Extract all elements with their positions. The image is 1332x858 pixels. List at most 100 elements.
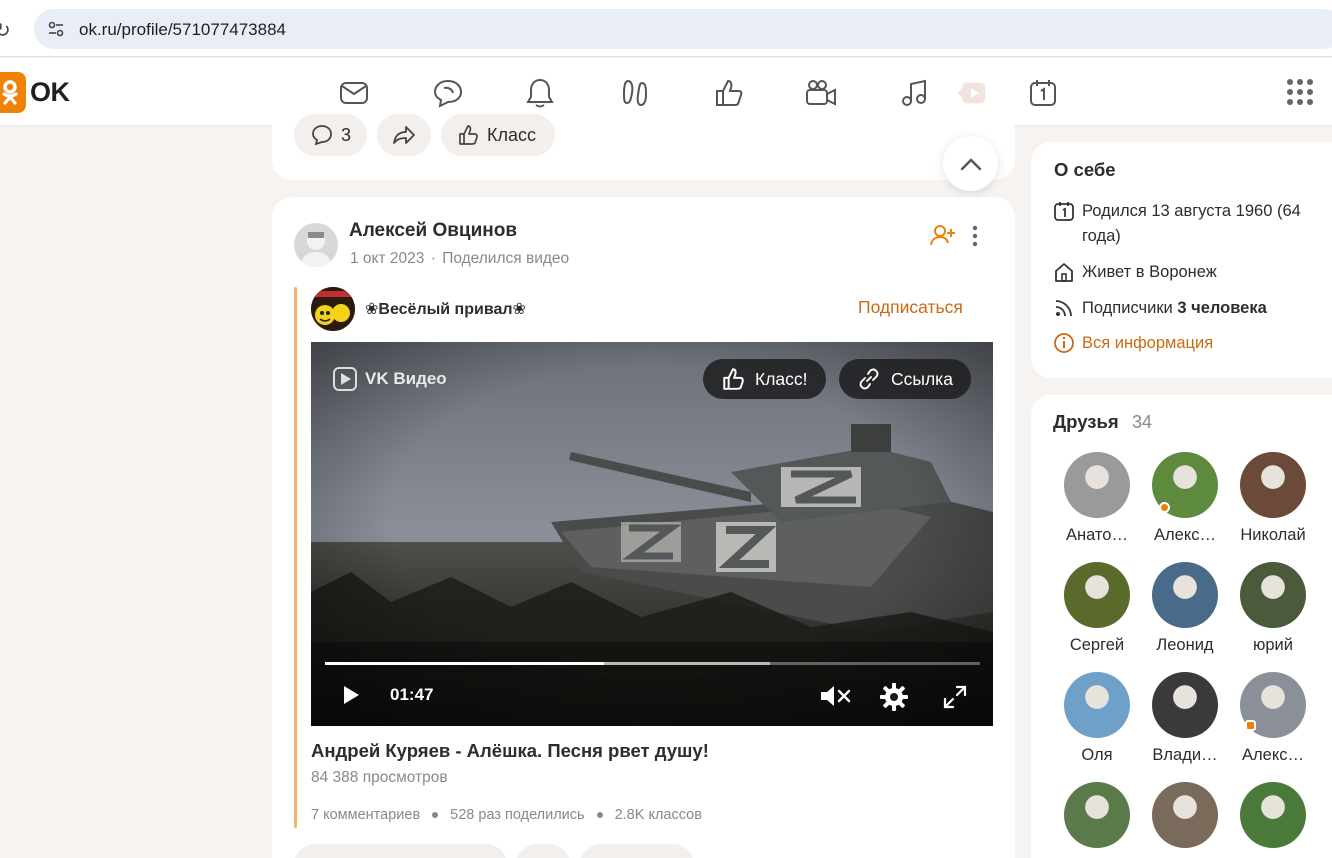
video-frame	[311, 342, 993, 726]
friend-item[interactable]: Анато…	[1053, 452, 1141, 545]
friend-name[interactable]: Леонид	[1141, 636, 1229, 655]
link-icon	[859, 368, 879, 390]
about-location: Живет в Воронеж	[1053, 260, 1317, 285]
friend-name[interactable]: Алекс…	[1229, 746, 1317, 765]
comments-count: 3	[341, 124, 352, 145]
group-name[interactable]: ❀Весёлый привал❀	[365, 299, 526, 319]
post-comments-button[interactable]	[294, 844, 507, 858]
all-info-link[interactable]: Вся информация	[1082, 331, 1317, 356]
about-all-info[interactable]: Вся информация	[1053, 331, 1317, 356]
friend-name[interactable]: Алекс…	[1141, 526, 1229, 545]
video-player[interactable]: VK Видео Класс! Ссылка 01:47	[311, 342, 993, 726]
site-info-icon[interactable]	[46, 19, 66, 39]
about-title: О себе	[1054, 159, 1116, 180]
friend-item[interactable]: Николай	[1229, 452, 1317, 545]
class-button[interactable]: Класс	[441, 114, 555, 156]
post-class-button[interactable]	[580, 844, 694, 858]
ok-logo[interactable]: OK	[0, 72, 70, 113]
video-views: 84 388 просмотров	[311, 769, 448, 786]
friend-item[interactable]: Сергей	[1053, 562, 1141, 655]
comment-icon	[312, 125, 332, 146]
discussions-icon[interactable]	[431, 76, 465, 110]
friend-avatar[interactable]	[1152, 562, 1218, 628]
video-progress-bar[interactable]	[325, 662, 980, 665]
vk-video-icon[interactable]	[954, 76, 988, 110]
friend-item[interactable]: Оля	[1053, 672, 1141, 765]
friend-item[interactable]: Леонид	[1141, 562, 1229, 655]
friend-avatar[interactable]	[1064, 782, 1130, 848]
reload-icon[interactable]: ↻	[0, 18, 11, 42]
friend-avatar[interactable]	[1064, 672, 1130, 738]
url-text[interactable]: ok.ru/profile/571077473884	[79, 20, 286, 40]
stat-separator	[596, 812, 603, 818]
scroll-up-button[interactable]	[943, 136, 998, 191]
friend-name[interactable]: Анато…	[1053, 526, 1141, 545]
browser-toolbar: ↻ ok.ru/profile/571077473884	[0, 0, 1332, 57]
more-options-icon[interactable]	[970, 225, 980, 247]
add-friend-icon[interactable]	[930, 223, 956, 247]
friend-avatar[interactable]	[1240, 782, 1306, 848]
video-link-button[interactable]: Ссылка	[839, 359, 971, 399]
meta-separator: ·	[430, 250, 436, 267]
friend-item[interactable]: юрий	[1229, 562, 1317, 655]
events-icon[interactable]	[1026, 76, 1060, 110]
fullscreen-icon[interactable]	[943, 685, 967, 709]
stat-separator	[432, 812, 439, 818]
likes-stat[interactable]: 2.8K классов	[615, 807, 702, 823]
author-avatar[interactable]	[294, 223, 338, 267]
friend-avatar[interactable]	[1240, 562, 1306, 628]
chevron-up-icon	[960, 157, 981, 170]
guests-icon[interactable]	[618, 76, 652, 110]
friend-name[interactable]: Николай	[1229, 526, 1317, 545]
friend-name[interactable]: юрий	[1229, 636, 1317, 655]
friend-avatar[interactable]	[1152, 672, 1218, 738]
friend-avatar[interactable]	[1152, 782, 1218, 848]
friend-name[interactable]: Оля	[1053, 746, 1141, 765]
ok-logo-icon	[0, 72, 26, 113]
messages-icon[interactable]	[337, 76, 371, 110]
comments-stat[interactable]: 7 комментариев	[311, 807, 420, 823]
post-stats: 7 комментариев 528 раз поделились 2.8K к…	[311, 807, 702, 823]
thumbs-up-icon	[723, 368, 744, 390]
friend-name[interactable]: Влади…	[1141, 746, 1229, 765]
video-class-button[interactable]: Класс!	[703, 359, 826, 399]
online-status-dot	[1159, 502, 1170, 513]
friend-avatar[interactable]	[1064, 452, 1130, 518]
friend-item[interactable]: Алекс…	[1141, 452, 1229, 545]
friend-item[interactable]	[1229, 782, 1317, 848]
subscribe-button[interactable]: Подписаться	[858, 297, 963, 318]
mute-icon[interactable]	[819, 684, 851, 708]
notifications-icon[interactable]	[523, 76, 557, 110]
friend-item[interactable]: Алекс…	[1229, 672, 1317, 765]
friend-item[interactable]	[1053, 782, 1141, 848]
share-button[interactable]	[377, 114, 431, 156]
mobile-status-badge	[1245, 720, 1256, 731]
calendar-icon	[1054, 202, 1074, 221]
birthday-text: Родился 13 августа 1960 (64 года)	[1082, 202, 1301, 245]
friend-name[interactable]: Сергей	[1053, 636, 1141, 655]
friend-avatar[interactable]	[1064, 562, 1130, 628]
friend-item[interactable]	[1141, 782, 1229, 848]
video-icon[interactable]	[804, 76, 838, 110]
about-subscribers[interactable]: Подписчики 3 человека	[1053, 296, 1317, 321]
settings-gear-icon[interactable]	[879, 682, 909, 712]
post-date[interactable]: 1 окт 2023	[350, 250, 424, 267]
friend-avatar[interactable]	[1240, 452, 1306, 518]
comments-button[interactable]: 3	[294, 114, 367, 156]
friends-title[interactable]: Друзья	[1053, 411, 1119, 433]
shares-stat[interactable]: 528 раз поделились	[450, 807, 584, 823]
rss-icon	[1055, 300, 1072, 317]
url-path: /profile/571077473884	[116, 20, 286, 39]
play-icon[interactable]	[341, 684, 361, 706]
video-title[interactable]: Андрей Куряев - Алёшка. Песня рвет душу!	[311, 740, 709, 762]
apps-grid-icon[interactable]	[1286, 78, 1314, 106]
vk-video-logo-icon	[333, 367, 357, 391]
ok-logo-text: OK	[30, 77, 70, 107]
friend-item[interactable]: Влади…	[1141, 672, 1229, 765]
music-icon[interactable]	[897, 76, 931, 110]
vk-video-brand: VK Видео	[333, 367, 447, 391]
group-avatar[interactable]	[311, 287, 355, 331]
marks-icon[interactable]	[712, 76, 746, 110]
address-bar[interactable]: ok.ru/profile/571077473884	[34, 9, 1332, 49]
post-author-name[interactable]: Алексей Овцинов	[349, 220, 517, 242]
